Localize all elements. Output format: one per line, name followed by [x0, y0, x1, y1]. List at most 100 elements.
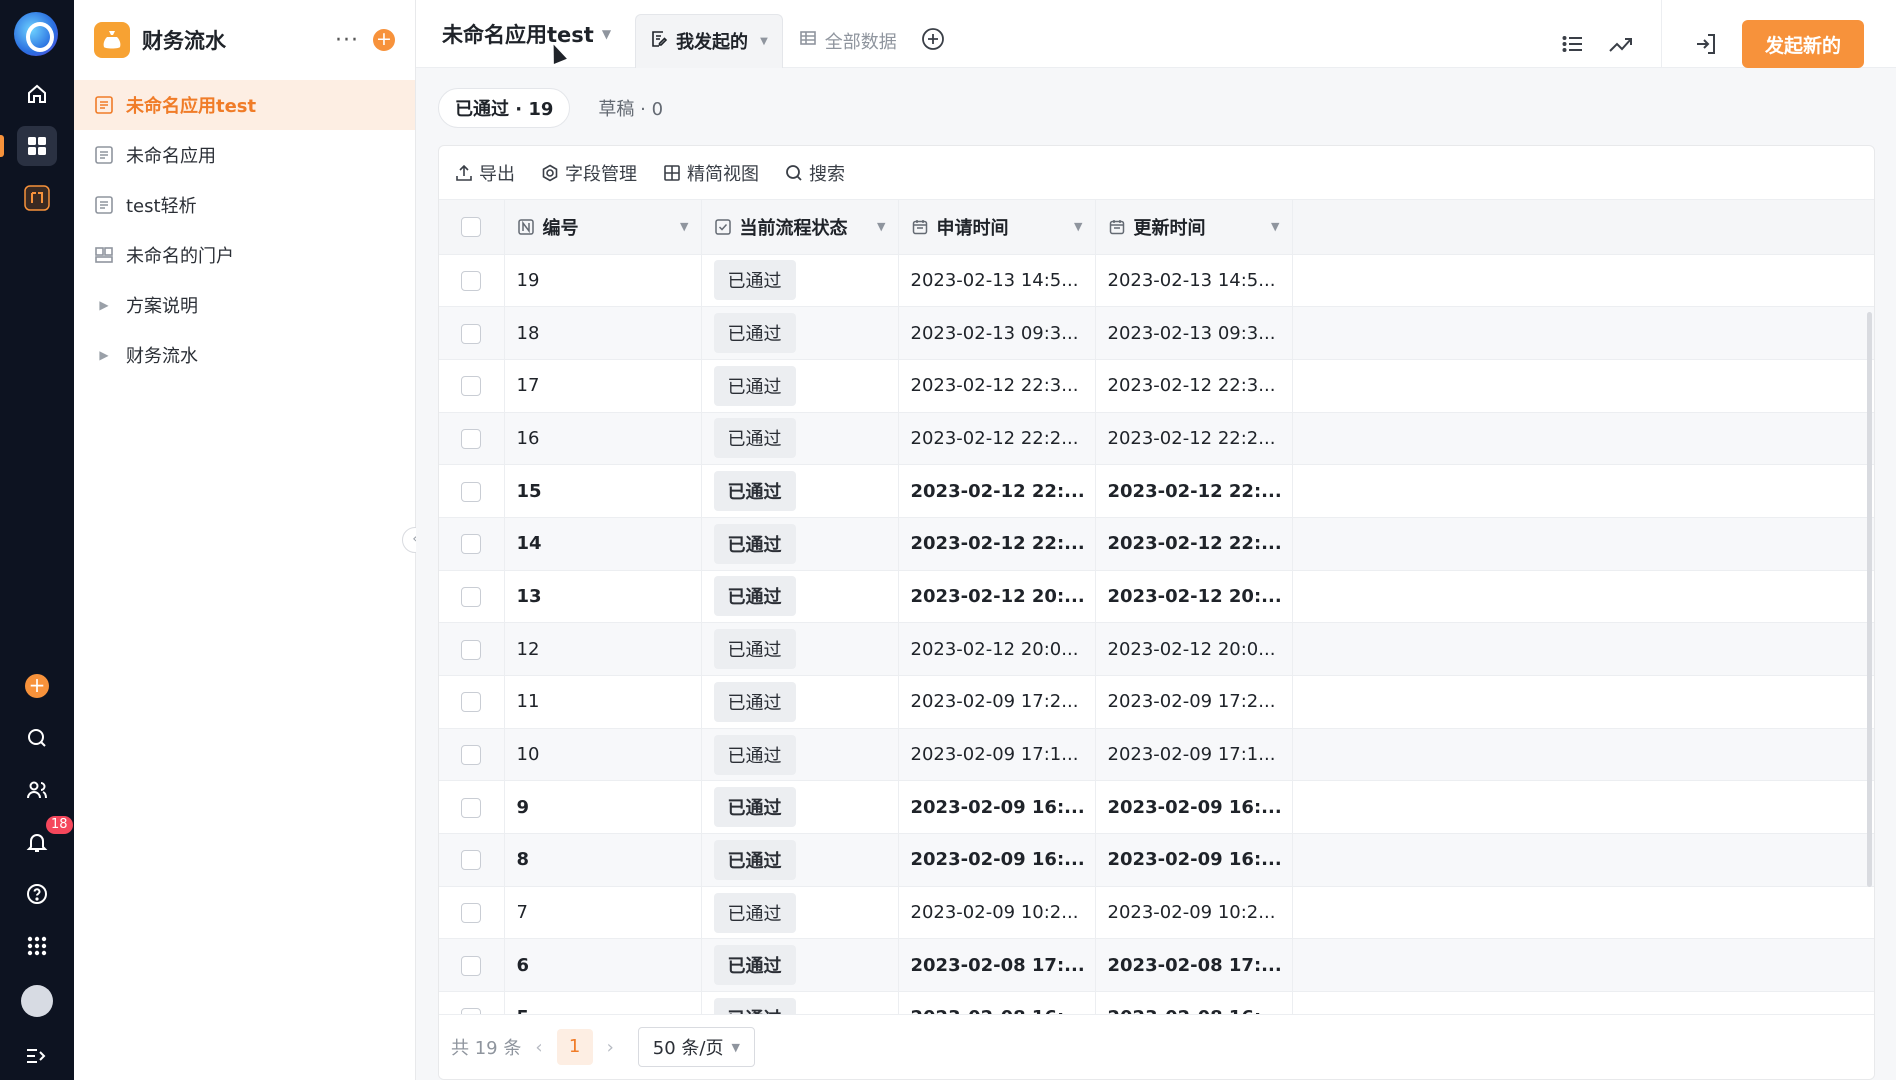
- cell-empty: [1292, 517, 1874, 571]
- table-row[interactable]: 11 已通过 2023-02-09 17:2... 2023-02-09 17:2..…: [439, 675, 1874, 729]
- rail-search-button[interactable]: [17, 718, 57, 758]
- table-row[interactable]: 5已通过2023-02-08 16:...2023-02-08 16:...: [439, 991, 1874, 1016]
- row-checkbox[interactable]: [461, 797, 482, 818]
- list-view-button[interactable]: [1551, 22, 1595, 66]
- table-row[interactable]: 7 已通过 2023-02-09 10:2... 2023-02-09 10:2...: [439, 886, 1874, 940]
- top-bar: 未命名应用test ▼ 我发起的 ▼ 全部数据 发起新的: [416, 0, 1896, 68]
- search-button[interactable]: 搜索: [785, 160, 845, 186]
- table-row[interactable]: 12 已通过 2023-02-12 20:0... 2023-02-12 20:0..…: [439, 622, 1874, 676]
- cell-update-time: 2023-02-12 22:...: [1095, 517, 1293, 571]
- table-row[interactable]: 17 已通过 2023-02-12 22:3... 2023-02-12 22:3..…: [439, 359, 1874, 413]
- analytics-button[interactable]: [1599, 22, 1643, 66]
- sidebar-item-label: 未命名的门户: [126, 246, 234, 267]
- app-name-dropdown[interactable]: 未命名应用test ▼: [442, 19, 611, 49]
- table-row[interactable]: 9 已通过 2023-02-09 16:... 2023-02-09 16:...: [439, 780, 1874, 835]
- rail-create-button[interactable]: +: [25, 674, 49, 698]
- cell-id: 18: [504, 306, 702, 360]
- app-launcher-icon: [27, 936, 47, 956]
- tab-drafts[interactable]: 草稿 · 0: [582, 88, 679, 128]
- tab-approved[interactable]: 已通过 · 19: [438, 88, 571, 128]
- column-header-id[interactable]: 编号 ▼: [504, 200, 702, 255]
- field-management-button[interactable]: 字段管理: [541, 160, 637, 186]
- row-checkbox[interactable]: [461, 692, 482, 713]
- cell-status: 已通过: [701, 780, 899, 835]
- add-page-button[interactable]: +: [373, 29, 395, 51]
- row-checkbox[interactable]: [461, 745, 482, 766]
- row-checkbox[interactable]: [461, 586, 482, 607]
- row-select-cell: [439, 359, 505, 413]
- sidebar-group-plan-notes[interactable]: ▶ 方案说明: [74, 280, 415, 330]
- rail-home-button[interactable]: [17, 74, 57, 114]
- table-row[interactable]: 15 已通过 2023-02-12 22:... 2023-02-12 22:...: [439, 464, 1874, 518]
- user-avatar[interactable]: [21, 985, 53, 1017]
- sidebar-item-unnamed-app[interactable]: 未命名应用: [74, 130, 415, 180]
- rail-active-marker: [0, 135, 4, 157]
- row-checkbox[interactable]: [461, 903, 482, 924]
- current-page[interactable]: 1: [556, 1029, 593, 1065]
- row-checkbox[interactable]: [461, 270, 482, 291]
- table-row[interactable]: 10 已通过 2023-02-09 17:1... 2023-02-09 17:1..…: [439, 728, 1874, 782]
- rail-expand-button[interactable]: [17, 1036, 57, 1076]
- cell-id: 16: [504, 412, 702, 466]
- chevron-down-icon[interactable]: ▼: [877, 220, 885, 233]
- status-badge: 已通过: [713, 260, 796, 301]
- rail-contacts-button[interactable]: [17, 770, 57, 810]
- page-size-select[interactable]: 50 条/页 ▼: [637, 1027, 755, 1067]
- cell-apply-time: 2023-02-09 16:...: [898, 780, 1096, 835]
- table-row[interactable]: 14 已通过 2023-02-12 22:... 2023-02-12 22:...: [439, 517, 1874, 571]
- cell-apply-time: 2023-02-09 17:2...: [898, 675, 1096, 729]
- row-checkbox[interactable]: [461, 534, 482, 555]
- chevron-down-icon[interactable]: ▼: [1074, 220, 1082, 233]
- rail-portal-button[interactable]: [17, 178, 57, 218]
- rail-apps-button[interactable]: [17, 126, 57, 166]
- exit-button[interactable]: [1684, 22, 1728, 66]
- column-header-flow-status[interactable]: 当前流程状态 ▼: [701, 200, 899, 255]
- row-checkbox[interactable]: [461, 428, 482, 449]
- row-checkbox[interactable]: [461, 850, 482, 871]
- table-row[interactable]: 16 已通过 2023-02-12 22:2... 2023-02-12 22:2..…: [439, 412, 1874, 466]
- status-badge: 已通过: [713, 471, 796, 512]
- layout-grid-icon: [663, 164, 681, 182]
- row-select-cell: [439, 254, 505, 308]
- table-row[interactable]: 8 已通过 2023-02-09 16:... 2023-02-09 16:...: [439, 833, 1874, 887]
- sidebar-item-test-analysis[interactable]: test轻析: [74, 180, 415, 230]
- cell-update-time: 2023-02-12 22:3...: [1095, 359, 1293, 413]
- add-view-button[interactable]: [921, 27, 945, 55]
- rail-all-apps-button[interactable]: [17, 926, 57, 966]
- row-checkbox[interactable]: [461, 639, 482, 660]
- chevron-down-icon[interactable]: ▼: [1271, 220, 1279, 233]
- row-checkbox[interactable]: [461, 481, 482, 502]
- table-row[interactable]: 19 已通过 2023-02-13 14:5... 2023-02-13 14:5..…: [439, 254, 1874, 308]
- sidebar-item-unnamed-app-test[interactable]: 未命名应用test: [74, 80, 415, 130]
- vertical-scrollbar[interactable]: [1867, 312, 1872, 887]
- create-new-button[interactable]: 发起新的: [1741, 20, 1864, 68]
- table-row[interactable]: 13 已通过 2023-02-12 20:... 2023-02-12 20:...: [439, 570, 1874, 624]
- more-options-button[interactable]: ···: [335, 28, 359, 53]
- prev-page-button[interactable]: ‹: [535, 1037, 542, 1058]
- product-logo[interactable]: [14, 12, 58, 56]
- next-page-button[interactable]: ›: [607, 1037, 614, 1058]
- row-checkbox[interactable]: [461, 376, 482, 397]
- cell-apply-time: 2023-02-13 14:5...: [898, 254, 1096, 308]
- column-header-apply-time[interactable]: 申请时间 ▼: [898, 200, 1096, 255]
- grid-icon: [28, 137, 46, 155]
- row-checkbox[interactable]: [461, 323, 482, 344]
- sidebar-item-unnamed-portal[interactable]: 未命名的门户: [74, 230, 415, 280]
- sidebar-group-finance-flow[interactable]: ▶ 财务流水: [74, 330, 415, 380]
- status-badge: 已通过: [713, 945, 796, 986]
- row-checkbox[interactable]: [461, 955, 482, 976]
- sign-in-icon: [1696, 34, 1715, 54]
- column-header-update-time[interactable]: 更新时间 ▼: [1095, 200, 1293, 255]
- rail-help-button[interactable]: [17, 874, 57, 914]
- chevron-down-icon[interactable]: ▼: [680, 220, 688, 233]
- tab-my-submitted[interactable]: 我发起的 ▼: [635, 13, 783, 68]
- divider: [1660, 0, 1662, 68]
- status-badge: 已通过: [713, 365, 796, 406]
- tab-all-data[interactable]: 全部数据: [785, 14, 911, 68]
- table-row[interactable]: 6 已通过 2023-02-08 17:... 2023-02-08 17:...: [439, 938, 1874, 993]
- select-all-checkbox[interactable]: [461, 217, 482, 238]
- table-row[interactable]: 18 已通过 2023-02-13 09:3... 2023-02-13 09:3..…: [439, 306, 1874, 360]
- compact-view-button[interactable]: 精简视图: [663, 160, 759, 186]
- export-button[interactable]: 导出: [455, 160, 515, 186]
- cell-id: 17: [504, 359, 702, 413]
